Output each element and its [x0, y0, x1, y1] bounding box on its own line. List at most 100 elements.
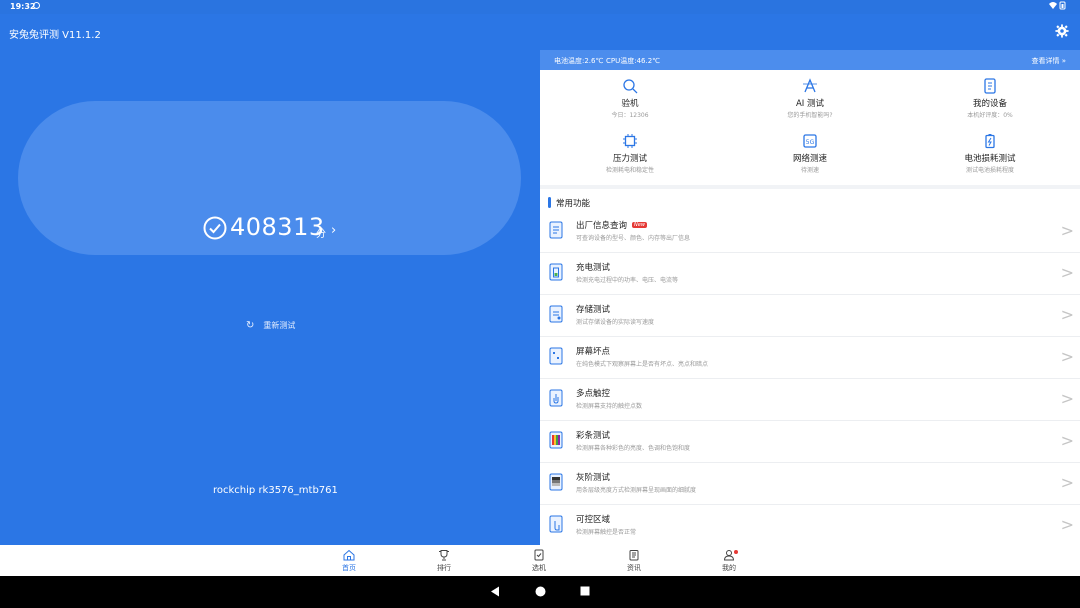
- grayscale-icon: [549, 473, 563, 491]
- chevron-right-icon: >: [1060, 473, 1074, 492]
- chevron-right-icon: >: [1060, 221, 1074, 240]
- list-title: 灰阶测试: [576, 473, 611, 483]
- dead-pixel-icon: [549, 347, 563, 365]
- list-subtitle: 检测屏幕各种彩色的亮度、色调和色饱和度: [576, 445, 691, 452]
- grid-label: 我的设备: [972, 99, 1007, 109]
- factory-info-icon: [549, 221, 563, 239]
- recents-icon[interactable]: [580, 586, 590, 596]
- check-circle-icon: [203, 216, 227, 240]
- touch-area-icon: [549, 515, 563, 533]
- grid-sub: 待测速: [800, 167, 819, 174]
- nav-label: 首页: [342, 564, 356, 572]
- chevron-right-icon: >: [1060, 305, 1074, 324]
- grid-sub: 您的手机智能吗?: [787, 112, 833, 119]
- status-bar: 19:32: [0, 0, 1080, 14]
- grid-item-inspection[interactable]: 验机 今日：12306: [540, 78, 720, 128]
- list-title: 多点触控: [576, 389, 611, 399]
- list-subtitle: 检测充电过程中的功率、电压、电流等: [576, 277, 679, 284]
- list-item-factory-info[interactable]: 出厂信息查询 New 可查询设备的型号、颜色、内存等出厂信息 >: [540, 211, 1080, 253]
- chevron-right-icon: >: [1060, 347, 1074, 366]
- chevron-right-icon: >: [1060, 263, 1074, 282]
- nav-profile[interactable]: 我的: [709, 549, 749, 573]
- grid-label: 压力测试: [612, 154, 647, 164]
- grid-label: 验机: [621, 99, 639, 109]
- tools-grid: 验机 今日：12306 AI 测试 您的手机智能吗? 我的设备 本机好评度：0%…: [540, 70, 1080, 185]
- search-icon: [623, 79, 638, 94]
- list-subtitle: 检测屏幕触控是否正常: [576, 529, 637, 536]
- new-badge: New: [632, 222, 647, 228]
- nav-home[interactable]: 首页: [329, 549, 369, 573]
- grid-sub: 本机好评度：0%: [967, 112, 1013, 119]
- grid-label: 网络测速: [792, 154, 827, 164]
- section-accent: [548, 197, 551, 208]
- back-icon[interactable]: [490, 586, 500, 597]
- multitouch-icon: [549, 389, 563, 407]
- list-title: 存储测试: [576, 305, 611, 315]
- list-subtitle: 可查询设备的型号、颜色、内存等出厂信息: [576, 235, 691, 242]
- score-unit: 分: [316, 229, 326, 240]
- list-title: 可控区域: [576, 515, 611, 525]
- list-item-dead-pixel[interactable]: 屏幕坏点 在纯色模式下观察屏幕上是否有坏点、亮点和暗点 >: [540, 337, 1080, 379]
- grid-item-my-device[interactable]: 我的设备 本机好评度：0%: [900, 78, 1080, 128]
- chip-icon: [623, 134, 637, 148]
- section-header: 常用功能: [548, 197, 590, 209]
- storage-icon: [549, 305, 563, 323]
- list-subtitle: 用条层级亮度方式检测屏幕呈现画面的细腻度: [576, 487, 697, 494]
- grid-item-stress-test[interactable]: 压力测试 检测耗电和稳定性: [540, 133, 720, 183]
- device-info-icon: [984, 78, 996, 94]
- settings-gear-icon[interactable]: [1055, 24, 1069, 38]
- grid-label: 电池损耗测试: [964, 154, 1016, 164]
- list-item-color-bar[interactable]: 彩条测试 检测屏幕各种彩色的亮度、色调和色饱和度 >: [540, 421, 1080, 463]
- nav-news[interactable]: 资讯: [614, 549, 654, 573]
- chevron-right-icon[interactable]: ›: [331, 223, 336, 238]
- status-time: 19:32: [10, 2, 36, 11]
- wifi-battery-icon: [1048, 1, 1068, 13]
- cpu-temp: CPU温度:46.2℃: [606, 57, 661, 65]
- battery-temp: 电池温度:2.6℃: [554, 57, 604, 65]
- view-details-link[interactable]: 查看详情 »: [1031, 56, 1066, 66]
- trophy-icon: [439, 550, 449, 561]
- battery-test-icon: [985, 134, 995, 149]
- list-item-charging[interactable]: 充电测试 检测充电过程中的功率、电压、电流等 >: [540, 253, 1080, 295]
- list-title: 屏幕坏点: [576, 347, 611, 357]
- device-name: rockchip rk3576_mtb761: [213, 485, 338, 496]
- app-title: 安兔兔评测 V11.1.2: [9, 30, 101, 41]
- section-title: 常用功能: [556, 199, 591, 209]
- nav-ranking[interactable]: 排行: [424, 549, 464, 573]
- grid-item-ai-test[interactable]: AI 测试 您的手机智能吗?: [720, 78, 900, 128]
- home-icon: [343, 549, 355, 561]
- ai-icon: [803, 78, 817, 93]
- select-phone-icon: [534, 549, 544, 561]
- notification-icon: [33, 2, 40, 9]
- list-item-grayscale[interactable]: 灰阶测试 用条层级亮度方式检测屏幕呈现画面的细腻度 >: [540, 463, 1080, 505]
- retest-button[interactable]: ↻ 重新测试: [246, 320, 295, 331]
- color-bar-icon: [549, 431, 563, 449]
- nav-label: 选机: [532, 564, 546, 572]
- notification-dot: [734, 550, 738, 554]
- grid-item-battery-loss[interactable]: 电池损耗测试 测试电池损耗程度: [900, 133, 1080, 183]
- list-item-storage[interactable]: 存储测试 测试存储设备的实际读写速度 >: [540, 295, 1080, 337]
- score-value[interactable]: 408313: [230, 213, 325, 241]
- grid-sub: 今日：12306: [611, 112, 649, 119]
- common-functions-list: 常用功能 出厂信息查询 New 可查询设备的型号、颜色、内存等出厂信息 > 充电测…: [540, 189, 1080, 545]
- temperature-bar: 电池温度:2.6℃ CPU温度:46.2℃ 查看详情 »: [540, 50, 1080, 70]
- list-item-touch-area[interactable]: 可控区域 检测屏幕触控是否正常 >: [540, 505, 1080, 545]
- list-title: 充电测试: [576, 263, 611, 273]
- list-item-multitouch[interactable]: 多点触控 检测屏幕支持的触控点数 >: [540, 379, 1080, 421]
- grid-item-network-speed[interactable]: 5G 网络测速 待测速: [720, 133, 900, 183]
- charging-icon: [549, 263, 563, 281]
- list-title: 彩条测试: [576, 431, 611, 441]
- retest-label: 重新测试: [263, 321, 296, 330]
- list-subtitle: 在纯色模式下观察屏幕上是否有坏点、亮点和暗点: [576, 361, 709, 368]
- grid-sub: 检测耗电和稳定性: [605, 167, 654, 174]
- news-icon: [629, 550, 639, 561]
- chevron-right-icon: >: [1060, 389, 1074, 408]
- network-5g-icon: 5G: [803, 134, 817, 148]
- list-subtitle: 检测屏幕支持的触控点数: [576, 403, 643, 410]
- chevron-right-icon: >: [1060, 431, 1074, 450]
- grid-sub: 测试电池损耗程度: [965, 167, 1014, 174]
- nav-select-phone[interactable]: 选机: [519, 549, 559, 573]
- list-title: 出厂信息查询 New: [576, 221, 647, 231]
- grid-label: AI 测试: [795, 99, 825, 109]
- home-circle-icon[interactable]: [535, 586, 546, 597]
